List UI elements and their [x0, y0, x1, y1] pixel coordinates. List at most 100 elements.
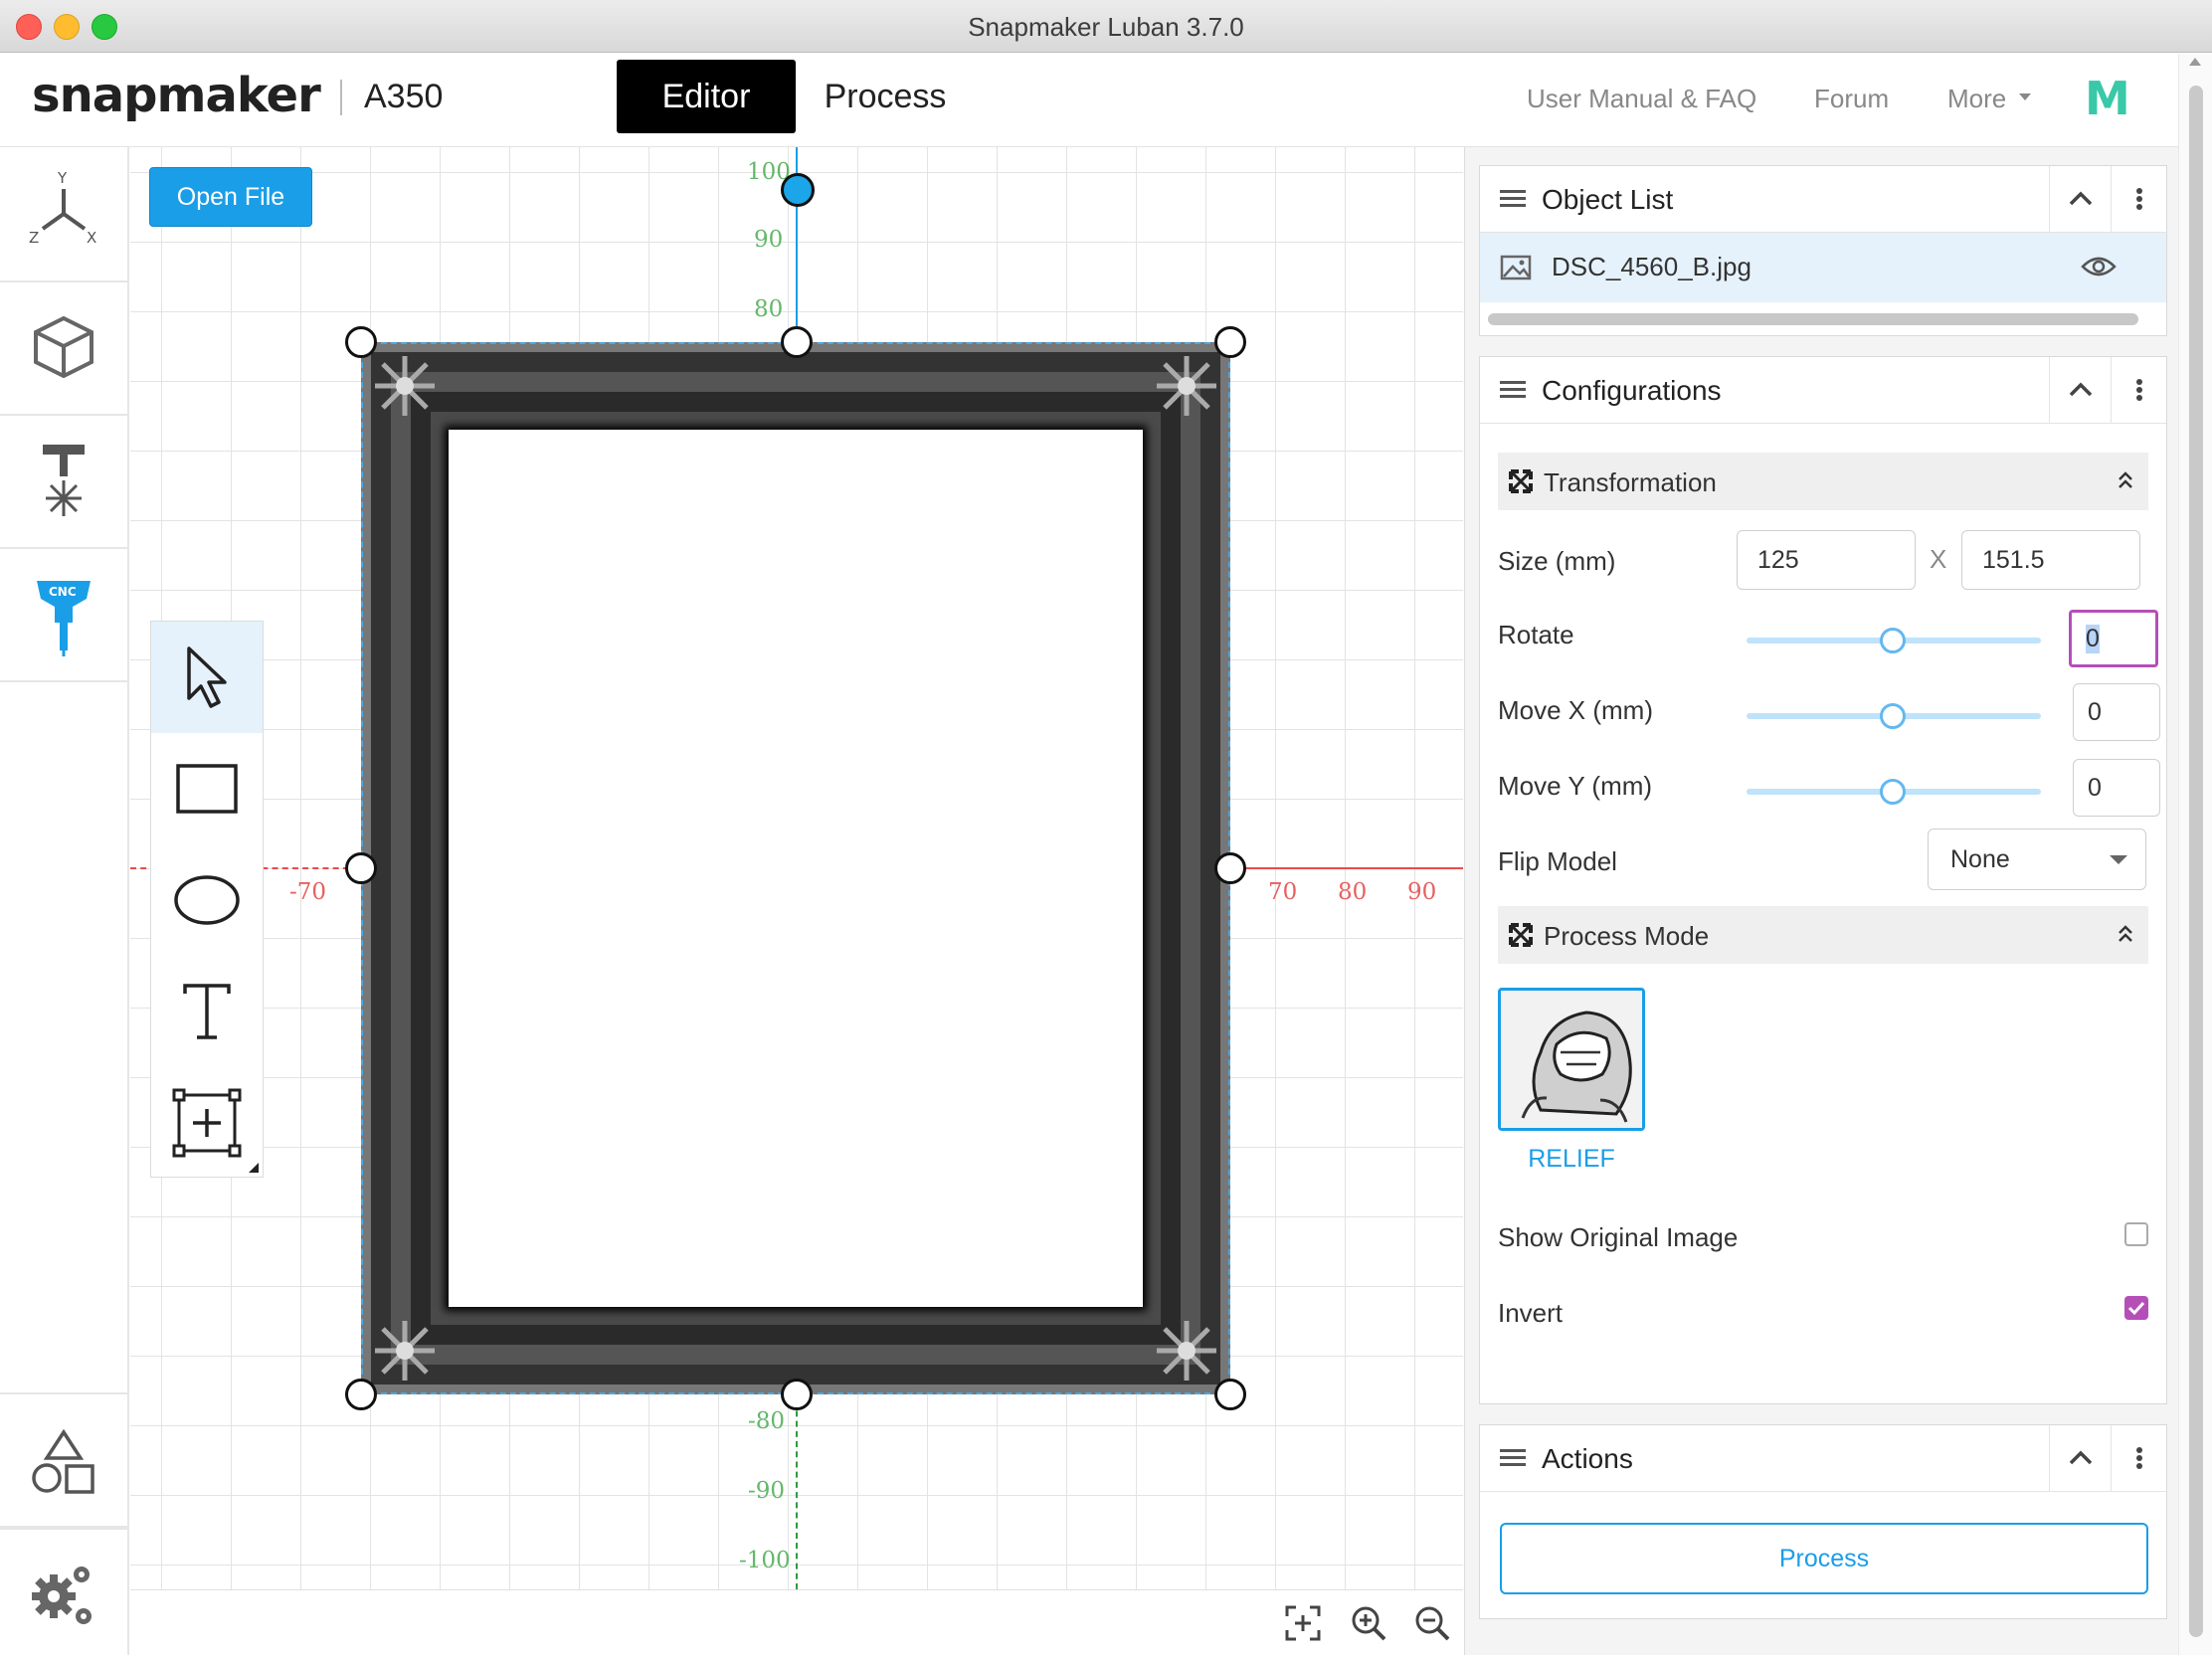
- ellipse-icon: [174, 875, 240, 925]
- show-original-checkbox[interactable]: [2124, 1222, 2148, 1246]
- flip-model-value: None: [1950, 844, 2010, 873]
- rectangle-tool[interactable]: [151, 733, 263, 844]
- resize-handle-left[interactable]: [345, 852, 377, 884]
- transformation-title: Transformation: [1544, 467, 1717, 497]
- sidebar-item-3dp[interactable]: [0, 280, 127, 416]
- cursor-arrow-icon: [187, 646, 227, 708]
- collapse-button[interactable]: [2049, 1425, 2112, 1491]
- move-x-slider-handle[interactable]: [1880, 703, 1906, 729]
- submenu-corner-icon: [249, 1163, 259, 1173]
- transformation-section-header[interactable]: Transformation: [1498, 453, 2148, 510]
- sidebar-item-models[interactable]: [0, 1392, 127, 1530]
- panel-menu-button[interactable]: [2111, 166, 2167, 232]
- canvas-bottom-bar: [130, 1589, 1463, 1655]
- workspace-canvas[interactable]: 100 90 80 -80 -90 -100 -70 70 80 90 Open…: [130, 147, 1463, 1589]
- header-divider: [340, 80, 342, 115]
- sidebar-item-workspace[interactable]: Y Z X: [0, 147, 127, 282]
- scrollbar-thumb[interactable]: [2189, 86, 2203, 1637]
- collapse-button[interactable]: [2049, 357, 2112, 423]
- axis-x-label: X: [87, 229, 96, 247]
- more-dropdown[interactable]: More: [1947, 84, 2032, 114]
- size-label: Size (mm): [1498, 546, 1616, 576]
- sidebar-item-cnc[interactable]: CNC: [0, 547, 127, 682]
- tab-editor[interactable]: Editor: [617, 60, 796, 133]
- zoom-in-icon[interactable]: [1350, 1604, 1387, 1642]
- relief-mode-option[interactable]: [1498, 988, 1645, 1131]
- scroll-up-arrow-icon[interactable]: [2189, 58, 2201, 66]
- expand-arrows-icon: [1509, 923, 1533, 947]
- window-titlebar: Snapmaker Luban 3.7.0: [0, 0, 2212, 53]
- window-scrollbar[interactable]: [2178, 54, 2212, 1655]
- sidebar-item-settings[interactable]: [0, 1526, 127, 1661]
- panel-menu-button[interactable]: [2111, 1425, 2167, 1491]
- resize-handle-bottom-left[interactable]: [345, 1379, 377, 1410]
- move-y-input[interactable]: 0: [2073, 759, 2160, 817]
- height-input[interactable]: 151.5: [1961, 530, 2140, 590]
- object-list-item[interactable]: DSC_4560_B.jpg: [1480, 233, 2166, 302]
- rotate-slider-handle[interactable]: [1880, 628, 1906, 653]
- process-button[interactable]: Process: [1500, 1523, 2148, 1594]
- process-mode-section-header[interactable]: Process Mode: [1498, 906, 2148, 964]
- horizontal-scrollbar[interactable]: [1488, 313, 2138, 325]
- resize-handle-bottom-right[interactable]: [1214, 1379, 1246, 1410]
- move-y-label: Move Y (mm): [1498, 771, 1653, 801]
- configurations-header: Configurations: [1480, 357, 2166, 424]
- hamburger-icon: [1500, 1449, 1526, 1467]
- panel-menu-button[interactable]: [2111, 357, 2167, 423]
- right-panel: Object List DSC_4560_B.jpg Configuration…: [1464, 147, 2178, 1655]
- forum-link[interactable]: Forum: [1814, 84, 1889, 114]
- axes-icon: Y Z X: [29, 169, 96, 247]
- image-file-icon: [1500, 255, 1532, 280]
- double-chevron-up-icon: [2119, 925, 2132, 942]
- text-tool[interactable]: [151, 956, 263, 1067]
- resize-handle-right[interactable]: [1214, 852, 1246, 884]
- x-tick-label: 70: [1268, 879, 1298, 905]
- user-manual-link[interactable]: User Manual & FAQ: [1527, 84, 1756, 114]
- cnc-icon: CNC: [37, 581, 91, 656]
- text-t-icon: [183, 984, 231, 1039]
- hamburger-icon: [1500, 190, 1526, 208]
- brand-m-icon[interactable]: M: [2085, 72, 2130, 125]
- y-tick-label: -80: [748, 1408, 786, 1434]
- width-input[interactable]: 125: [1737, 530, 1916, 590]
- collapse-button[interactable]: [2049, 166, 2112, 232]
- ellipse-tool[interactable]: [151, 844, 263, 956]
- machine-model: A350: [364, 78, 444, 115]
- sidebar-item-laser[interactable]: [0, 414, 127, 549]
- y-axis-negative: [796, 1390, 798, 1589]
- flip-model-select[interactable]: None: [1928, 829, 2146, 890]
- resize-handle-top-right[interactable]: [1214, 326, 1246, 358]
- x-tick-label: -70: [289, 879, 327, 905]
- selection-outline: [361, 342, 1230, 1394]
- y-tick-label: 80: [754, 296, 784, 322]
- add-frame-icon: [172, 1088, 242, 1158]
- flip-model-label: Flip Model: [1498, 846, 1617, 876]
- caret-down-icon: [2019, 92, 2032, 100]
- resize-handle-top[interactable]: [781, 326, 813, 358]
- rotate-handle[interactable]: [781, 173, 815, 207]
- move-x-input[interactable]: 0: [2073, 683, 2160, 741]
- chevron-up-icon: [2069, 382, 2093, 397]
- rotate-input[interactable]: 0: [2069, 610, 2158, 667]
- kebab-menu-icon: [2136, 1447, 2142, 1469]
- invert-checkbox[interactable]: [2124, 1296, 2148, 1320]
- tab-process[interactable]: Process: [796, 60, 975, 133]
- drawing-toolbar: [150, 621, 264, 1178]
- chevron-up-icon: [2069, 191, 2093, 206]
- resize-handle-top-left[interactable]: [345, 326, 377, 358]
- settings-gears-icon: [32, 1567, 92, 1624]
- open-file-button[interactable]: Open File: [149, 167, 312, 227]
- process-mode-title: Process Mode: [1544, 921, 1710, 951]
- eye-visibility-icon[interactable]: [2081, 255, 2117, 278]
- invert-label: Invert: [1498, 1298, 1564, 1328]
- y-tick-label: 90: [754, 227, 784, 253]
- zoom-out-icon[interactable]: [1413, 1604, 1451, 1642]
- configurations-title: Configurations: [1542, 375, 1722, 406]
- select-tool[interactable]: [151, 622, 263, 733]
- move-y-slider-handle[interactable]: [1880, 779, 1906, 805]
- resize-handle-bottom[interactable]: [781, 1379, 813, 1410]
- fit-view-icon[interactable]: [1284, 1604, 1322, 1642]
- rotate-handle-line: [796, 193, 798, 342]
- insert-tool[interactable]: [151, 1067, 263, 1179]
- object-list-panel: Object List DSC_4560_B.jpg: [1479, 165, 2167, 336]
